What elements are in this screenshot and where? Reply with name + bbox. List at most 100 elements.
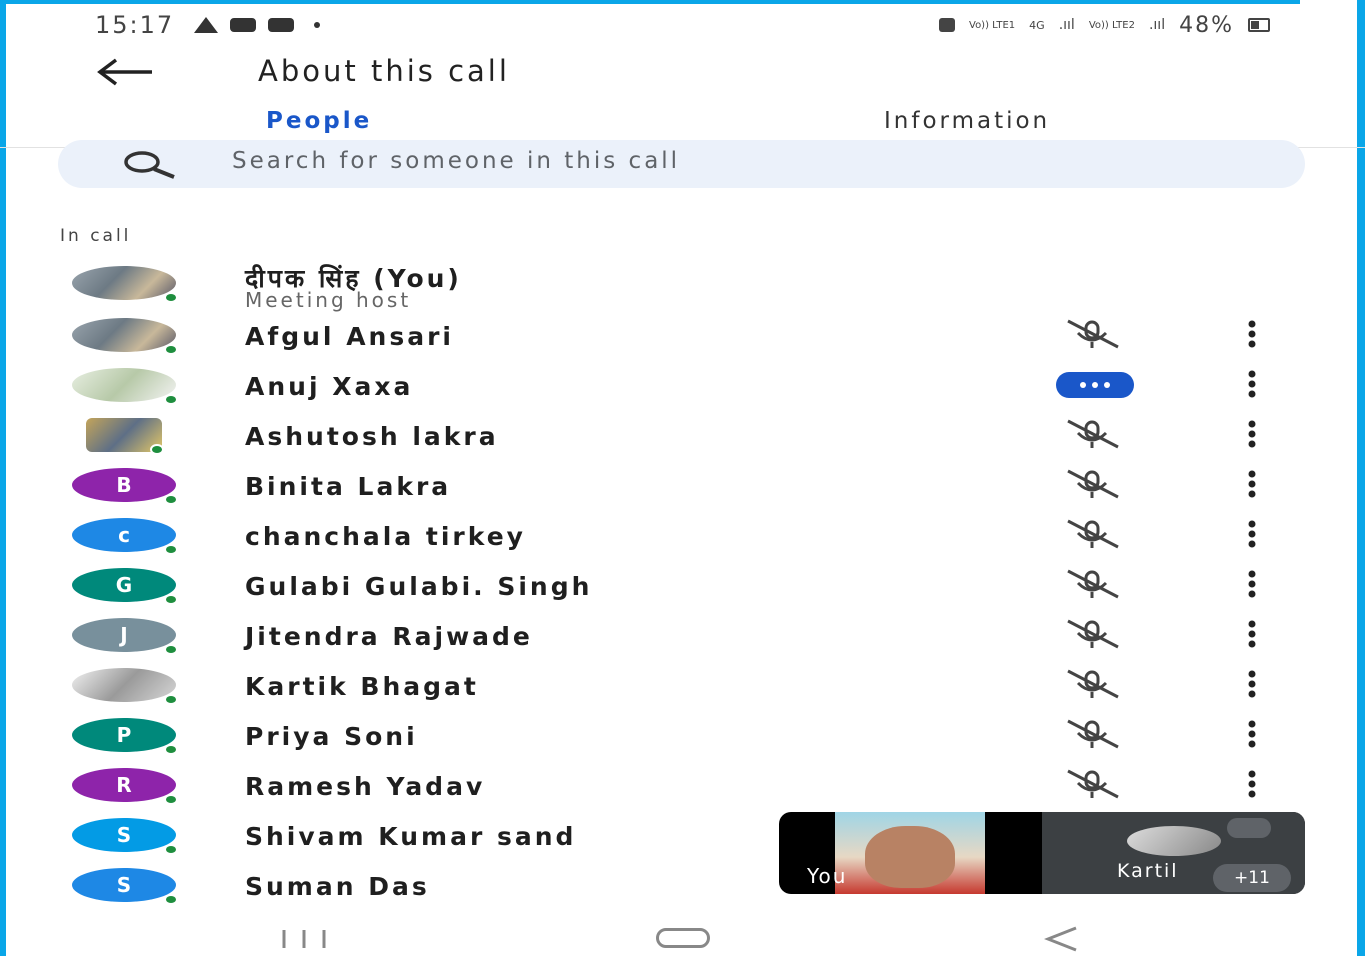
- mic-off-icon[interactable]: [1060, 519, 1124, 549]
- participant-row[interactable]: Kartik Bhagat: [0, 664, 1365, 714]
- online-indicator: [164, 694, 178, 705]
- participant-row[interactable]: J Jitendra Rajwade: [0, 614, 1365, 664]
- avatar-initial: S: [116, 823, 132, 847]
- avatar-initial: R: [116, 773, 132, 797]
- other-participant-name: Kartil: [1117, 860, 1179, 882]
- participant-name: Jitendra Rajwade: [245, 622, 533, 651]
- arrow-left-icon[interactable]: [96, 56, 156, 88]
- avatar: S: [72, 818, 178, 855]
- more-notifications-dot-icon: [314, 22, 321, 28]
- battery-percent: 48%: [1179, 12, 1234, 38]
- network-label-2: 4G: [1029, 18, 1045, 32]
- online-indicator: [164, 594, 178, 605]
- online-indicator: [164, 394, 178, 405]
- online-indicator: [164, 344, 178, 355]
- avatar: [72, 368, 178, 405]
- signal-icon: .ııl: [1058, 17, 1075, 33]
- avatar: [1127, 826, 1221, 856]
- more-vert-icon[interactable]: [1244, 320, 1260, 348]
- avatar: R: [72, 768, 178, 805]
- participant-name: Shivam Kumar sand: [245, 822, 577, 851]
- participant-row[interactable]: R Ramesh Yadav: [0, 764, 1365, 814]
- alarm-icon: [939, 18, 955, 32]
- avatar: S: [72, 868, 178, 905]
- search-icon: [124, 151, 175, 179]
- home-icon[interactable]: [656, 928, 710, 948]
- back-nav-icon[interactable]: [1044, 926, 1080, 952]
- participant-name: Afgul Ansari: [245, 322, 454, 351]
- participant-row[interactable]: G Gulabi Gulabi. Singh: [0, 564, 1365, 614]
- online-indicator: [150, 444, 164, 455]
- avatar: P: [72, 718, 178, 755]
- participant-name: Ramesh Yadav: [245, 772, 486, 801]
- avatar-initial: J: [120, 623, 128, 647]
- more-vert-icon[interactable]: [1244, 370, 1260, 398]
- avatar: [72, 318, 178, 355]
- participant-row[interactable]: Ashutosh lakra: [0, 414, 1365, 464]
- mic-off-icon[interactable]: [1060, 569, 1124, 599]
- avatar-initial: c: [118, 523, 130, 547]
- drive-notification-icon: [194, 17, 219, 33]
- other-participant-tile: Kartil +11: [1042, 812, 1305, 894]
- status-time: 15:17: [95, 11, 175, 39]
- status-right: Vo)) LTE1 4G .ııl Vo)) LTE2 .ııl 48%: [939, 13, 1270, 38]
- more-vert-icon[interactable]: [1244, 620, 1260, 648]
- network-label-1: Vo)) LTE1: [969, 19, 1016, 31]
- battery-icon: [1248, 18, 1270, 32]
- participant-name: Kartik Bhagat: [245, 672, 479, 701]
- page-title: About this call: [258, 54, 510, 88]
- mic-off-icon[interactable]: [1060, 619, 1124, 649]
- avatar: G: [72, 568, 178, 605]
- participant-row[interactable]: c chanchala tirkey: [0, 514, 1365, 564]
- participant-subtitle: Meeting host: [245, 288, 412, 312]
- mic-off-icon[interactable]: [1060, 419, 1124, 449]
- mic-off-icon[interactable]: [1060, 719, 1124, 749]
- online-indicator: [164, 794, 178, 805]
- section-label-in-call: In call: [60, 226, 132, 246]
- participant-row[interactable]: दीपक सिंह (You) Meeting host: [0, 262, 1365, 312]
- more-vert-icon[interactable]: [1244, 520, 1260, 548]
- online-indicator: [164, 744, 178, 755]
- online-indicator: [164, 644, 178, 655]
- tab-information[interactable]: Information: [884, 108, 1050, 134]
- more-vert-icon[interactable]: [1244, 670, 1260, 698]
- avatar-initial: G: [115, 573, 133, 597]
- extra-participants-badge: +11: [1213, 864, 1291, 892]
- avatar: [86, 418, 164, 455]
- avatar: c: [72, 518, 178, 555]
- mic-off-icon[interactable]: [1060, 469, 1124, 499]
- more-vert-icon[interactable]: [1244, 720, 1260, 748]
- avatar: [72, 668, 178, 705]
- mic-off-icon[interactable]: [1060, 669, 1124, 699]
- recents-icon[interactable]: [280, 928, 332, 950]
- more-vert-icon[interactable]: [1244, 770, 1260, 798]
- system-nav-bar: [0, 918, 1365, 956]
- more-vert-icon[interactable]: [1244, 570, 1260, 598]
- frame-border-top: [0, 0, 1300, 4]
- tab-people[interactable]: People: [266, 108, 372, 134]
- self-video-face: [865, 826, 955, 888]
- youtube-notification-icon: [268, 18, 295, 32]
- online-indicator: [164, 844, 178, 855]
- mic-off-icon[interactable]: [1060, 319, 1124, 349]
- avatar: B: [72, 468, 178, 505]
- online-indicator: [164, 292, 178, 303]
- participant-row[interactable]: B Binita Lakra: [0, 464, 1365, 514]
- more-vert-icon[interactable]: [1244, 420, 1260, 448]
- participant-row[interactable]: Anuj Xaxa: [0, 364, 1365, 414]
- avatar-initial: P: [116, 723, 132, 747]
- call-preview-pip[interactable]: You Kartil +11: [779, 812, 1305, 894]
- status-bar: 15:17 Vo)) LTE1 4G .ııl Vo)) LTE2 .ııl 4…: [95, 10, 1270, 40]
- search-input[interactable]: Search for someone in this call: [232, 148, 680, 174]
- participant-name: Anuj Xaxa: [245, 372, 414, 401]
- more-vert-icon[interactable]: [1244, 470, 1260, 498]
- participant-row[interactable]: P Priya Soni: [0, 714, 1365, 764]
- avatar-initial: S: [116, 873, 132, 897]
- participant-name: Gulabi Gulabi. Singh: [245, 572, 593, 601]
- participant-name: Suman Das: [245, 872, 430, 901]
- participant-row[interactable]: Afgul Ansari: [0, 314, 1365, 364]
- online-indicator: [164, 544, 178, 555]
- online-indicator: [164, 894, 178, 905]
- mic-off-icon[interactable]: [1060, 769, 1124, 799]
- self-video-label: You: [807, 864, 848, 888]
